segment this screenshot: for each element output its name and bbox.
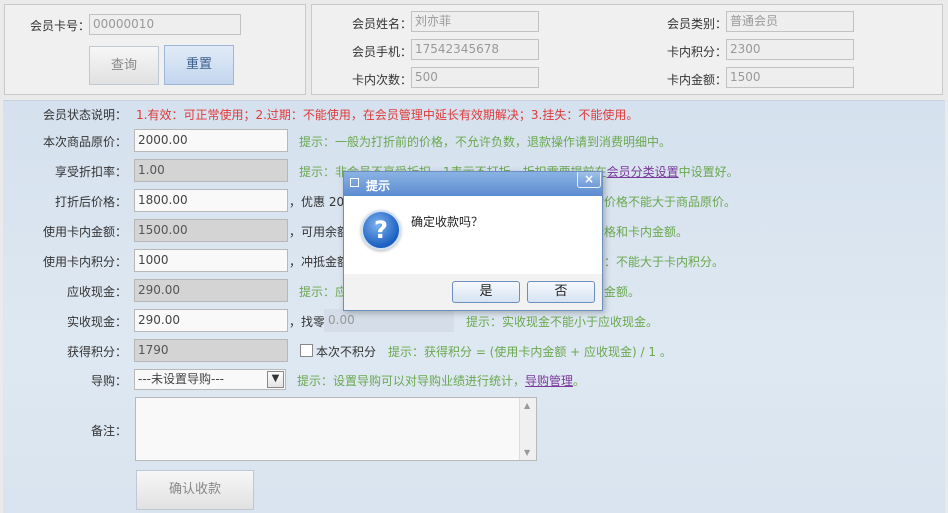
status-desc-label: 会员状态说明： [42,108,127,122]
confirm-dialog: 提示 × ? 确定收款吗？ 是 否 [343,171,603,311]
earned-points-label: 获得积分： [66,345,127,359]
guide-management-link[interactable]: 导购管理 [525,374,573,388]
card-times-field: 500 [411,67,539,88]
card-amount-input[interactable]: 1500.00 [134,219,288,242]
card-amount-hint: 价格和卡内金额。 [592,225,689,239]
guide-select-value: ---未设置导购--- [138,372,224,386]
close-icon[interactable]: × [577,172,601,188]
due-cash-hint-suffix: 金额。 [604,285,641,299]
received-cash-label: 实收现金： [66,315,127,329]
no-button[interactable]: 否 [527,281,595,303]
earned-points-hint: 提示：获得积分 = (使用卡内金额 + 应收现金) / 1 。 [388,345,672,359]
dialog-title: 提示 [366,179,391,193]
yes-button[interactable]: 是 [452,281,520,303]
card-balance-label: 卡内金额： [667,73,728,87]
guide-select[interactable]: ---未设置导购--- ▼ [134,369,286,390]
earned-points-input: 1790 [134,339,288,362]
card-number-input[interactable]: 00000010 [89,14,241,35]
original-price-input[interactable]: 2000.00 [134,129,288,152]
dialog-titlebar[interactable]: 提示 × [344,172,602,196]
card-points-use-label: 使用卡内积分： [42,255,127,269]
member-name-field: 刘亦菲 [411,11,539,32]
discount-amount-text: ，优惠 20 [289,195,345,209]
member-phone-field: 17542345678 [411,39,539,60]
guide-hint-text: 提示：设置导购可以对导购业绩进行统计， [297,374,526,388]
available-balance-text: ，可用余额 [289,225,350,239]
confirm-payment-button[interactable]: 确认收款 [136,470,254,510]
remark-scrollbar[interactable]: ▲ ▼ [519,398,536,460]
card-points-field: 2300 [726,39,854,60]
due-cash-input: 290.00 [134,279,288,302]
original-price-label: 本次商品原价： [42,135,127,149]
question-icon: ? [361,210,401,250]
card-number-label: 会员卡号： [30,19,91,33]
guide-label: 导购： [90,374,127,388]
discounted-price-input[interactable]: 1800.00 [134,189,288,212]
member-phone-label: 会员手机： [352,45,413,59]
discount-hint-suffix: 中设置好。 [678,165,739,179]
member-type-field: 普通会员 [726,11,854,32]
no-points-label: 本次不积分 [316,345,377,359]
card-amount-label: 使用卡内金额： [42,225,127,239]
received-cash-input[interactable]: 290.00 [134,309,288,332]
window-icon [350,178,359,187]
discount-rate-input: 1.00 [134,159,288,182]
dialog-footer: 是 否 [344,274,602,310]
card-times-label: 卡内次数： [352,73,413,87]
card-balance-field: 1500 [726,67,854,88]
remark-textarea[interactable]: ▲ ▼ [135,397,537,461]
original-price-hint: 提示：一般为打折前的价格，不允许负数，退款操作请到消费明细中。 [299,135,672,149]
guide-hint-suffix: 。 [573,374,586,388]
change-field: 0.00 [324,309,454,332]
card-points-hint: 示：不能大于卡内积分。 [592,255,725,269]
status-desc-text: 1.有效：可正常使用；2.过期：不能使用，在会员管理中延长有效期解决；3.挂失：… [136,108,639,122]
member-category-link[interactable]: 会员分类设置 [607,165,679,179]
discounted-price-label: 打折后价格： [54,195,127,209]
member-type-label: 会员类别： [667,17,728,31]
due-cash-label: 应收现金： [66,285,127,299]
remark-label: 备注： [90,424,127,438]
reset-button[interactable]: 重置 [164,45,234,85]
guide-hint: 提示：设置导购可以对导购业绩进行统计，导购管理。 [297,372,585,389]
due-cash-hint: 提示：应 [299,285,348,299]
card-points-label: 卡内积分： [667,45,728,59]
chevron-down-icon[interactable]: ▼ [267,371,284,388]
dialog-message: 确定收款吗？ [411,215,484,229]
scroll-up-icon[interactable]: ▲ [524,401,530,410]
change-label: ，找零 [289,315,326,329]
offset-amount-text: ，冲抵金额 [289,255,350,269]
discounted-price-hint: 后价格不能大于商品原价。 [592,195,737,209]
card-points-use-input[interactable]: 1000 [134,249,288,272]
no-points-checkbox[interactable] [300,344,313,357]
member-name-label: 会员姓名： [352,17,413,31]
received-cash-hint: 提示：实收现金不能小于应收现金。 [466,315,659,329]
discount-rate-label: 享受折扣率： [54,165,127,179]
scroll-down-icon[interactable]: ▼ [524,448,530,457]
query-button[interactable]: 查询 [89,46,159,85]
